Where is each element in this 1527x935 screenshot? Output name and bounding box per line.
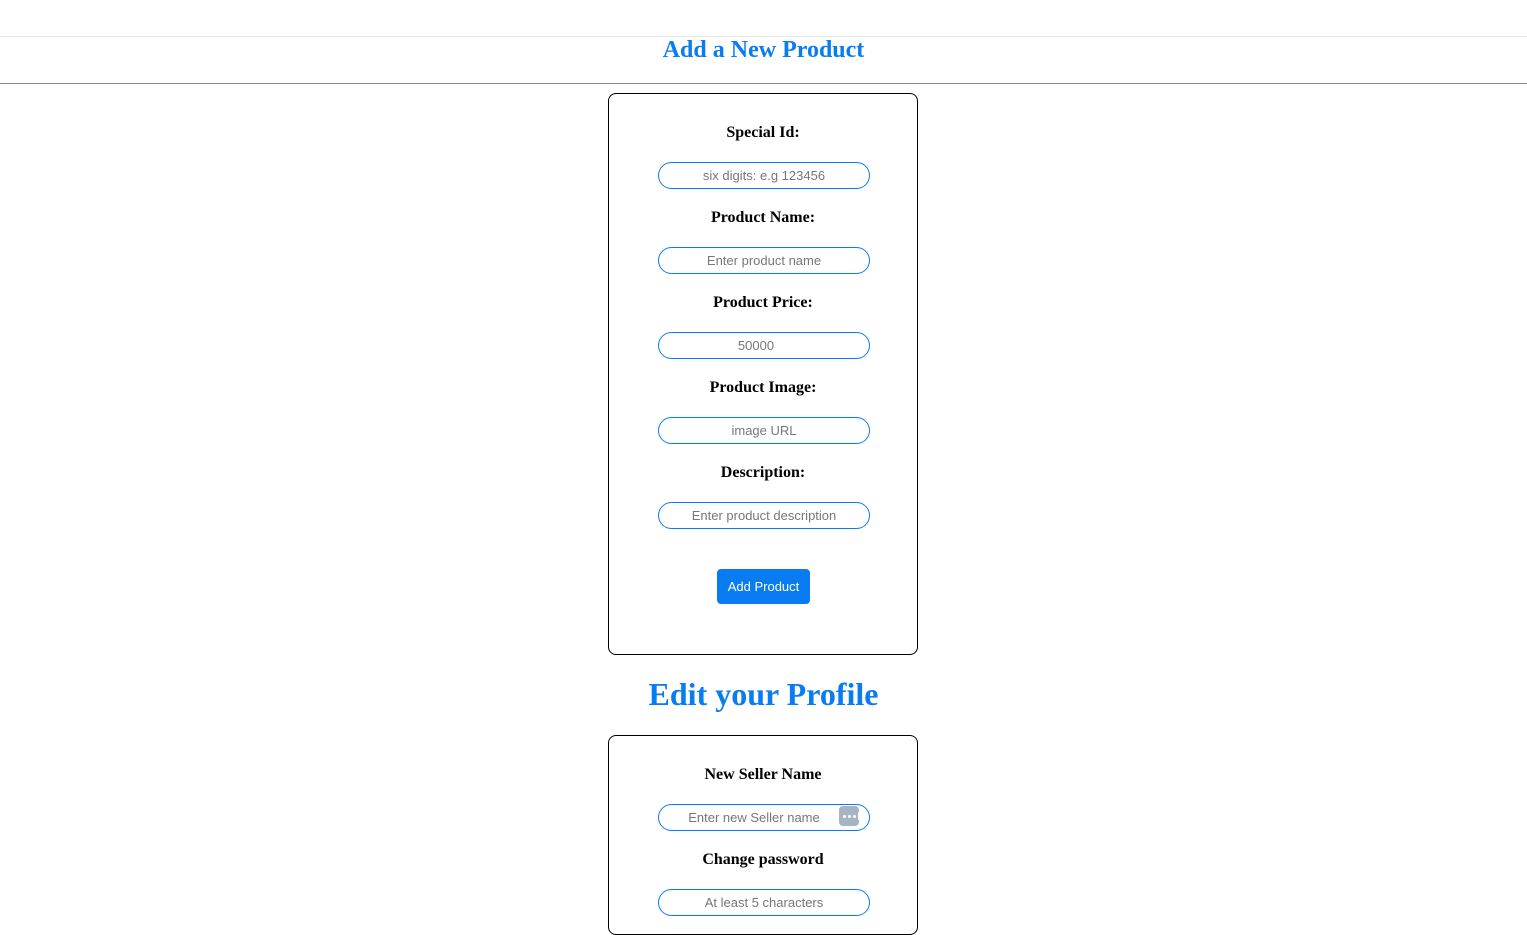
password-manager-dots-icon[interactable] <box>839 806 860 826</box>
add-product-button[interactable]: Add Product <box>717 569 810 604</box>
special-id-input[interactable] <box>658 162 870 189</box>
product-name-label: Product Name: <box>710 209 816 226</box>
add-product-form: Special Id: Product Name: Product Price:… <box>608 93 918 655</box>
product-image-label: Product Image: <box>709 379 817 396</box>
password-input[interactable] <box>658 889 870 916</box>
seller-name-label: New Seller Name <box>704 766 822 783</box>
profile-section-title: Edit your Profile <box>648 676 879 712</box>
change-password-label: Change password <box>702 851 824 868</box>
description-input[interactable] <box>658 502 870 529</box>
description-label: Description: <box>720 464 806 481</box>
product-price-label: Product Price: <box>713 294 813 311</box>
product-image-input[interactable] <box>658 417 870 444</box>
page-title: Add a New Product <box>662 37 865 63</box>
product-name-input[interactable] <box>658 247 870 274</box>
header-rule <box>0 83 1527 84</box>
product-price-input[interactable] <box>658 332 870 359</box>
edit-profile-form: New Seller Name Change password <box>608 735 918 935</box>
special-id-label: Special Id: <box>726 124 800 141</box>
